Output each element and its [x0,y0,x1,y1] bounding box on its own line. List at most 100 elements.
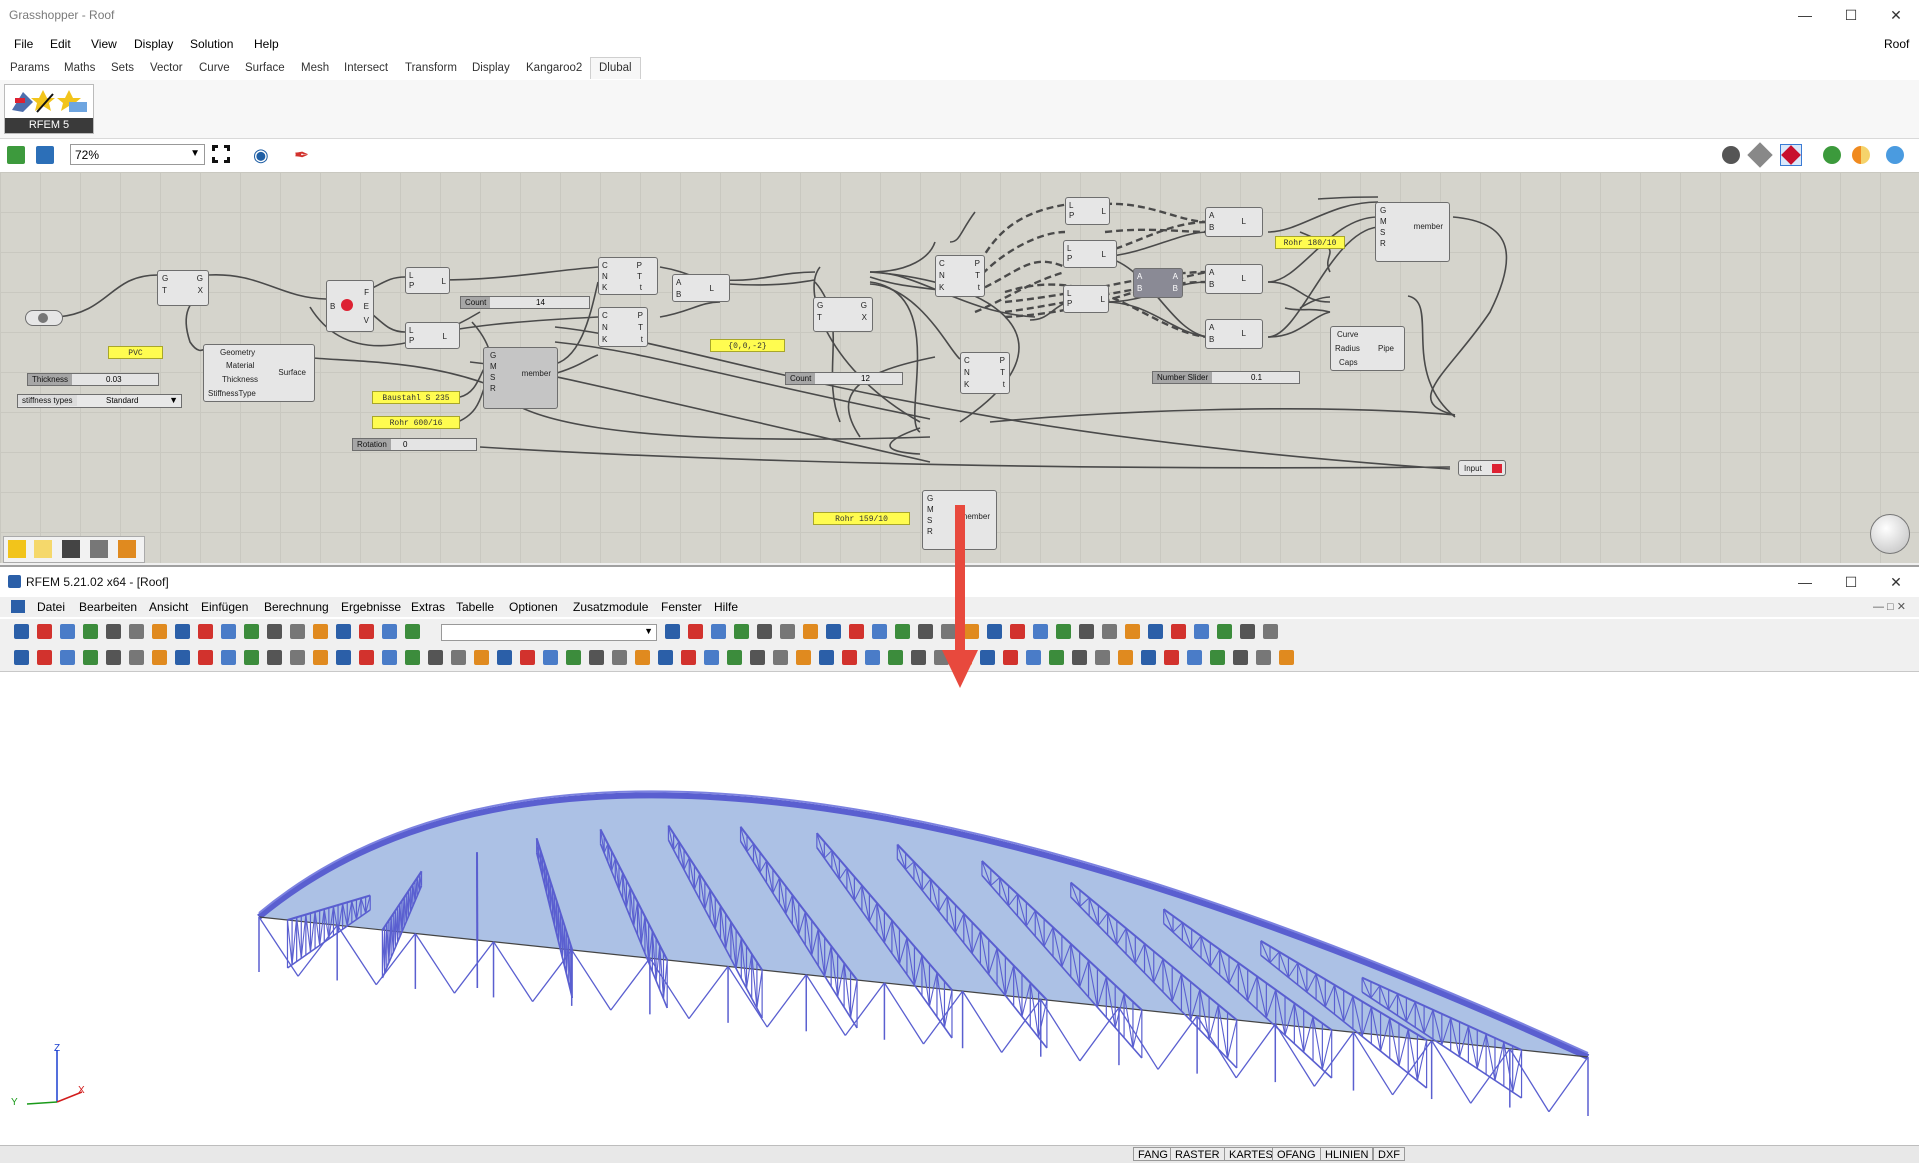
zoom-extents-icon[interactable] [212,145,230,163]
panel-rohr-600[interactable]: Rohr 600/16 [372,416,460,429]
rf-menu-fenster[interactable]: Fenster [661,600,702,614]
toolbar-tool-icon[interactable] [336,650,351,665]
tab-kangaroo2[interactable]: Kangaroo2 [526,62,582,74]
toolbar-tool-icon[interactable] [267,624,282,639]
panel-rohr-180[interactable]: Rohr 180/10 [1275,236,1345,249]
toolbar-tool-icon[interactable] [14,624,29,639]
toolbar-tool-icon[interactable] [1164,650,1179,665]
toolbar-tool-icon[interactable] [152,624,167,639]
rf-3d-view[interactable]: Z X Y [0,672,1919,1135]
maximize-button[interactable]: ☐ [1828,0,1874,30]
menu-view[interactable]: View [91,37,117,51]
toolbar-tool-icon[interactable] [895,624,910,639]
toolbar-tool-icon[interactable] [405,624,420,639]
menu-edit[interactable]: Edit [50,37,71,51]
toolbar-tool-icon[interactable] [129,624,144,639]
toolbar-tool-icon[interactable] [1102,624,1117,639]
toolbar-tool-icon[interactable] [83,650,98,665]
toolbar-tool-icon[interactable] [711,624,726,639]
tab-transform[interactable]: Transform [405,62,457,74]
menu-display[interactable]: Display [134,37,173,51]
toolbar-tool-icon[interactable] [474,650,489,665]
status-fang[interactable]: FANG [1133,1147,1173,1161]
toolbar-tool-icon[interactable] [83,624,98,639]
toolbar-tool-icon[interactable] [1010,624,1025,639]
toolbar-tool-icon[interactable] [313,624,328,639]
rf-menu-einfuegen[interactable]: Einfügen [201,600,248,614]
rf-menu-bearbeiten[interactable]: Bearbeiten [79,600,137,614]
preview-selected-icon[interactable] [1780,144,1802,166]
sketch-pen-icon[interactable]: ✒ [294,145,309,166]
toolbar-tool-icon[interactable] [773,650,788,665]
toolbar-tool-icon[interactable] [727,650,742,665]
toolbar-tool-icon[interactable] [520,650,535,665]
rf-menu-datei[interactable]: Datei [37,600,65,614]
tab-display[interactable]: Display [472,62,510,74]
toolbar-tool-icon[interactable] [244,624,259,639]
toolbar-tool-icon[interactable] [681,650,696,665]
toolbar-tool-icon[interactable] [750,650,765,665]
rf-menu-ansicht[interactable]: Ansicht [149,600,188,614]
panel-baustahl[interactable]: Baustahl S 235 [372,391,460,404]
toolbar-tool-icon[interactable] [635,650,650,665]
gh-param-geometry[interactable] [25,310,63,326]
toolbar-tool-icon[interactable] [37,624,52,639]
toolbar-tool-icon[interactable] [359,650,374,665]
toolbar-tool-icon[interactable] [382,650,397,665]
zoom-dropdown[interactable]: 72% ▼ [70,144,205,165]
toolbar-tool-icon[interactable] [336,624,351,639]
toolbar-tool-icon[interactable] [1233,650,1248,665]
rf-menu-tabelle[interactable]: Tabelle [456,600,494,614]
toolbar-tool-icon[interactable] [1210,650,1225,665]
toolbar-tool-icon[interactable] [405,650,420,665]
toolbar-tool-icon[interactable] [918,624,933,639]
toolbar-tool-icon[interactable] [1240,624,1255,639]
gh-node-cluster[interactable]: ABAB [1133,268,1183,298]
toolbar-tool-icon[interactable] [849,624,864,639]
toolbar-tool-icon[interactable] [589,650,604,665]
gh-node-member-1[interactable]: GMSR member [483,347,558,409]
toolbar-tool-icon[interactable] [612,650,627,665]
toolbar-tool-icon[interactable] [1118,650,1133,665]
toolbar-tool-icon[interactable] [980,650,995,665]
slider-thickness[interactable]: Thickness 0.03 [27,373,159,386]
status-raster[interactable]: RASTER [1170,1147,1225,1161]
toolbar-tool-icon[interactable] [428,650,443,665]
gh-node-list-b[interactable]: LPL [405,322,460,349]
toolbar-tool-icon[interactable] [911,650,926,665]
toolbar-tool-icon[interactable] [688,624,703,639]
rf-menu-optionen[interactable]: Optionen [509,600,558,614]
panel-rohr-159[interactable]: Rohr 159/10 [813,512,910,525]
preview-shaded-icon[interactable] [1722,146,1740,164]
toolbar-icon-4[interactable] [90,540,108,558]
gh-node-curve-d[interactable]: CNKPTt [960,352,1010,394]
toolbar-tool-icon[interactable] [60,624,75,639]
toolbar-tool-icon[interactable] [1263,624,1278,639]
toolbar-icon-1[interactable] [8,540,26,558]
toolbar-tool-icon[interactable] [106,650,121,665]
toolbar-tool-icon[interactable] [1125,624,1140,639]
gh-node-evaluate[interactable]: B FEV [326,280,374,332]
gh-node-surface[interactable]: Geometry Material Thickness StiffnessTyp… [203,344,315,402]
toolbar-tool-icon[interactable] [1095,650,1110,665]
save-file-icon[interactable] [36,146,54,164]
tab-curve[interactable]: Curve [199,62,230,74]
gh-node-line-d[interactable]: ABL [1205,319,1263,349]
tab-dlubal[interactable]: Dlubal [590,57,641,79]
rf-menu-ergebnisse[interactable]: Ergebnisse [341,600,401,614]
toolbar-tool-icon[interactable] [1256,650,1271,665]
toolbar-tool-icon[interactable] [106,624,121,639]
toolbar-tool-icon[interactable] [704,650,719,665]
toolbar-tool-icon[interactable] [757,624,772,639]
toolbar-tool-icon[interactable] [658,650,673,665]
menu-help[interactable]: Help [254,37,279,51]
toolbar-tool-icon[interactable] [290,650,305,665]
open-file-icon[interactable] [7,146,25,164]
toolbar-tool-icon[interactable] [826,624,841,639]
toolbar-tool-icon[interactable] [37,650,52,665]
gh-node-line-b[interactable]: ABL [1205,207,1263,237]
navigation-orb-icon[interactable] [1870,514,1910,554]
toolbar-tool-icon[interactable] [1056,624,1071,639]
toolbar-tool-icon[interactable] [734,624,749,639]
panel-pvc[interactable]: PVC [108,346,163,359]
